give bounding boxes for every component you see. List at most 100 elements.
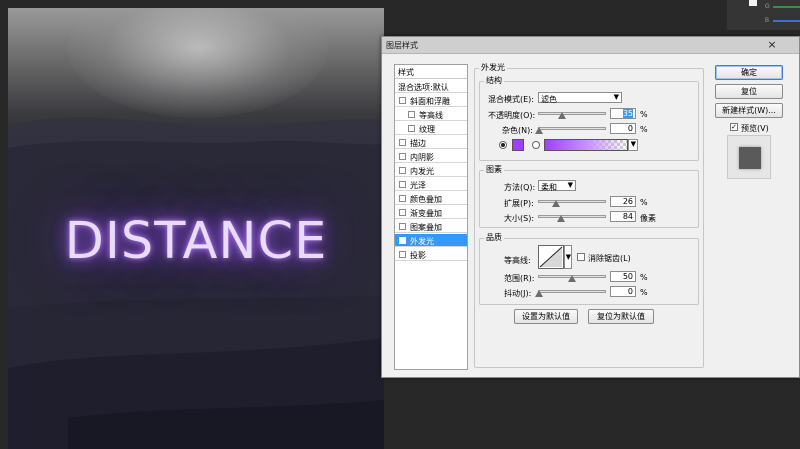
style-checkbox[interactable] (399, 97, 406, 104)
style-satin[interactable]: 光泽 (395, 178, 467, 191)
size-slider-thumb[interactable] (557, 215, 566, 222)
technique-label: 方法(Q): (504, 183, 536, 192)
style-checkbox[interactable] (399, 251, 406, 258)
blend-mode-select[interactable]: 滤色 ▼ (538, 92, 622, 104)
antialias-label: 消除锯齿(L) (588, 254, 631, 263)
spread-input[interactable]: 26 (610, 196, 636, 207)
b-channel-bar[interactable] (773, 20, 800, 22)
style-item-label: 描边 (410, 139, 426, 148)
jitter-input[interactable]: 0 (610, 286, 636, 297)
gradient-dropdown[interactable]: ▼ (628, 139, 638, 151)
style-checkbox[interactable] (399, 195, 406, 202)
preview-checkbox[interactable]: ✓ (730, 123, 738, 131)
gradient-radio[interactable] (532, 141, 540, 149)
style-stroke[interactable]: 描边 (395, 136, 467, 149)
antialias-checkbox[interactable] (577, 253, 585, 261)
noise-value: 0 (627, 124, 633, 133)
noise-input[interactable]: 0 (610, 123, 636, 134)
noise-slider-thumb[interactable] (535, 127, 543, 134)
elements-title: 图素 (484, 164, 504, 175)
style-item-label: 等高线 (419, 111, 443, 120)
layer-style-dialog: 图层样式 × 样式 混合选项:默认 斜面和浮雕 等高线 纹理 描边 内阴影 内发… (381, 36, 800, 378)
style-gradient-overlay[interactable]: 渐变叠加 (395, 206, 467, 219)
style-color-overlay[interactable]: 颜色叠加 (395, 192, 467, 205)
size-value: 84 (622, 212, 633, 221)
style-bevel-emboss[interactable]: 斜面和浮雕 (395, 94, 467, 107)
contour-label: 等高线: (504, 256, 531, 265)
style-checkbox[interactable] (408, 111, 415, 118)
style-item-label: 内阴影 (410, 153, 434, 162)
structure-title: 结构 (484, 75, 504, 86)
size-label: 大小(S): (504, 214, 535, 223)
range-slider[interactable] (538, 275, 606, 282)
style-item-label: 内发光 (410, 167, 434, 176)
jitter-slider-thumb[interactable] (535, 290, 543, 297)
technique-select[interactable]: 柔和 ▼ (538, 180, 576, 192)
opacity-slider[interactable] (538, 112, 606, 119)
style-blending-options[interactable]: 混合选项:默认 (395, 80, 467, 93)
blend-mode-label: 混合模式(E): (488, 95, 534, 104)
style-contour[interactable]: 等高线 (395, 108, 467, 121)
style-inner-glow[interactable]: 内发光 (395, 164, 467, 177)
opacity-label: 不透明度(O): (488, 111, 536, 120)
style-checkbox-checked[interactable]: ✓ (399, 237, 406, 244)
styles-header[interactable]: 样式 (395, 65, 467, 79)
style-checkbox[interactable] (399, 167, 406, 174)
style-item-label: 光泽 (410, 181, 426, 190)
jitter-slider[interactable] (535, 290, 606, 297)
color-panel: G B (727, 0, 800, 30)
style-texture[interactable]: 纹理 (395, 122, 467, 135)
style-item-label: 纹理 (419, 125, 435, 134)
style-checkbox[interactable] (399, 223, 406, 230)
close-button[interactable]: × (759, 38, 785, 52)
style-outer-glow[interactable]: ✓ 外发光 (395, 234, 467, 247)
make-default-button[interactable]: 设置为默认值 (514, 309, 578, 324)
dialog-title: 图层样式 (386, 41, 418, 50)
document-canvas[interactable]: DISTANCE (8, 8, 384, 449)
noise-slider[interactable] (535, 127, 606, 134)
style-drop-shadow[interactable]: 投影 (395, 248, 467, 261)
opacity-slider-thumb[interactable] (558, 112, 567, 119)
style-item-label: 颜色叠加 (410, 195, 442, 204)
jitter-label: 抖动(J): (504, 289, 532, 298)
spread-unit: % (640, 198, 648, 207)
white-swatch[interactable] (749, 0, 757, 6)
contour-picker[interactable] (538, 245, 564, 269)
gradient-swatch[interactable] (544, 139, 628, 151)
spread-slider-thumb[interactable] (552, 200, 561, 207)
style-checkbox[interactable] (399, 181, 406, 188)
style-checkbox[interactable] (408, 125, 415, 132)
noise-label: 杂色(N): (502, 126, 533, 135)
photoshop-workspace: DISTANCE G B 图层样式 × 样式 混合选项:默认 斜面和浮雕 等高线 (0, 0, 800, 449)
new-style-button[interactable]: 新建样式(W)... (715, 103, 783, 118)
dialog-title-bar[interactable]: 图层样式 × (382, 37, 799, 54)
glow-color-swatch[interactable] (512, 139, 524, 151)
style-inner-shadow[interactable]: 内阴影 (395, 150, 467, 163)
opacity-value: 35 (622, 109, 633, 118)
g-channel-bar[interactable] (773, 6, 800, 8)
styles-header-label: 样式 (398, 68, 414, 77)
style-checkbox[interactable] (399, 139, 406, 146)
blend-mode-value: 滤色 (541, 95, 557, 104)
range-slider-thumb[interactable] (568, 275, 576, 282)
jitter-unit: % (640, 288, 648, 297)
solid-color-radio[interactable] (499, 141, 507, 149)
range-label: 范围(R): (504, 274, 535, 283)
opacity-input[interactable]: 35 (610, 108, 636, 119)
style-item-label: 混合选项:默认 (398, 83, 449, 92)
range-unit: % (640, 273, 648, 282)
style-preview-box (727, 135, 771, 179)
style-checkbox[interactable] (399, 153, 406, 160)
size-slider[interactable] (538, 215, 606, 222)
style-item-label: 外发光 (410, 237, 434, 246)
contour-dropdown[interactable]: ▼ (564, 245, 572, 269)
reset-to-default-button[interactable]: 复位为默认值 (588, 309, 654, 324)
style-checkbox[interactable] (399, 209, 406, 216)
size-input[interactable]: 84 (610, 211, 636, 222)
style-pattern-overlay[interactable]: 图案叠加 (395, 220, 467, 233)
spread-slider[interactable] (538, 200, 606, 207)
styles-list: 样式 混合选项:默认 斜面和浮雕 等高线 纹理 描边 内阴影 内发光 光泽 颜色… (394, 64, 468, 370)
reset-button[interactable]: 复位 (715, 84, 783, 99)
ok-button[interactable]: 确定 (715, 65, 783, 80)
range-input[interactable]: 50 (610, 271, 636, 282)
